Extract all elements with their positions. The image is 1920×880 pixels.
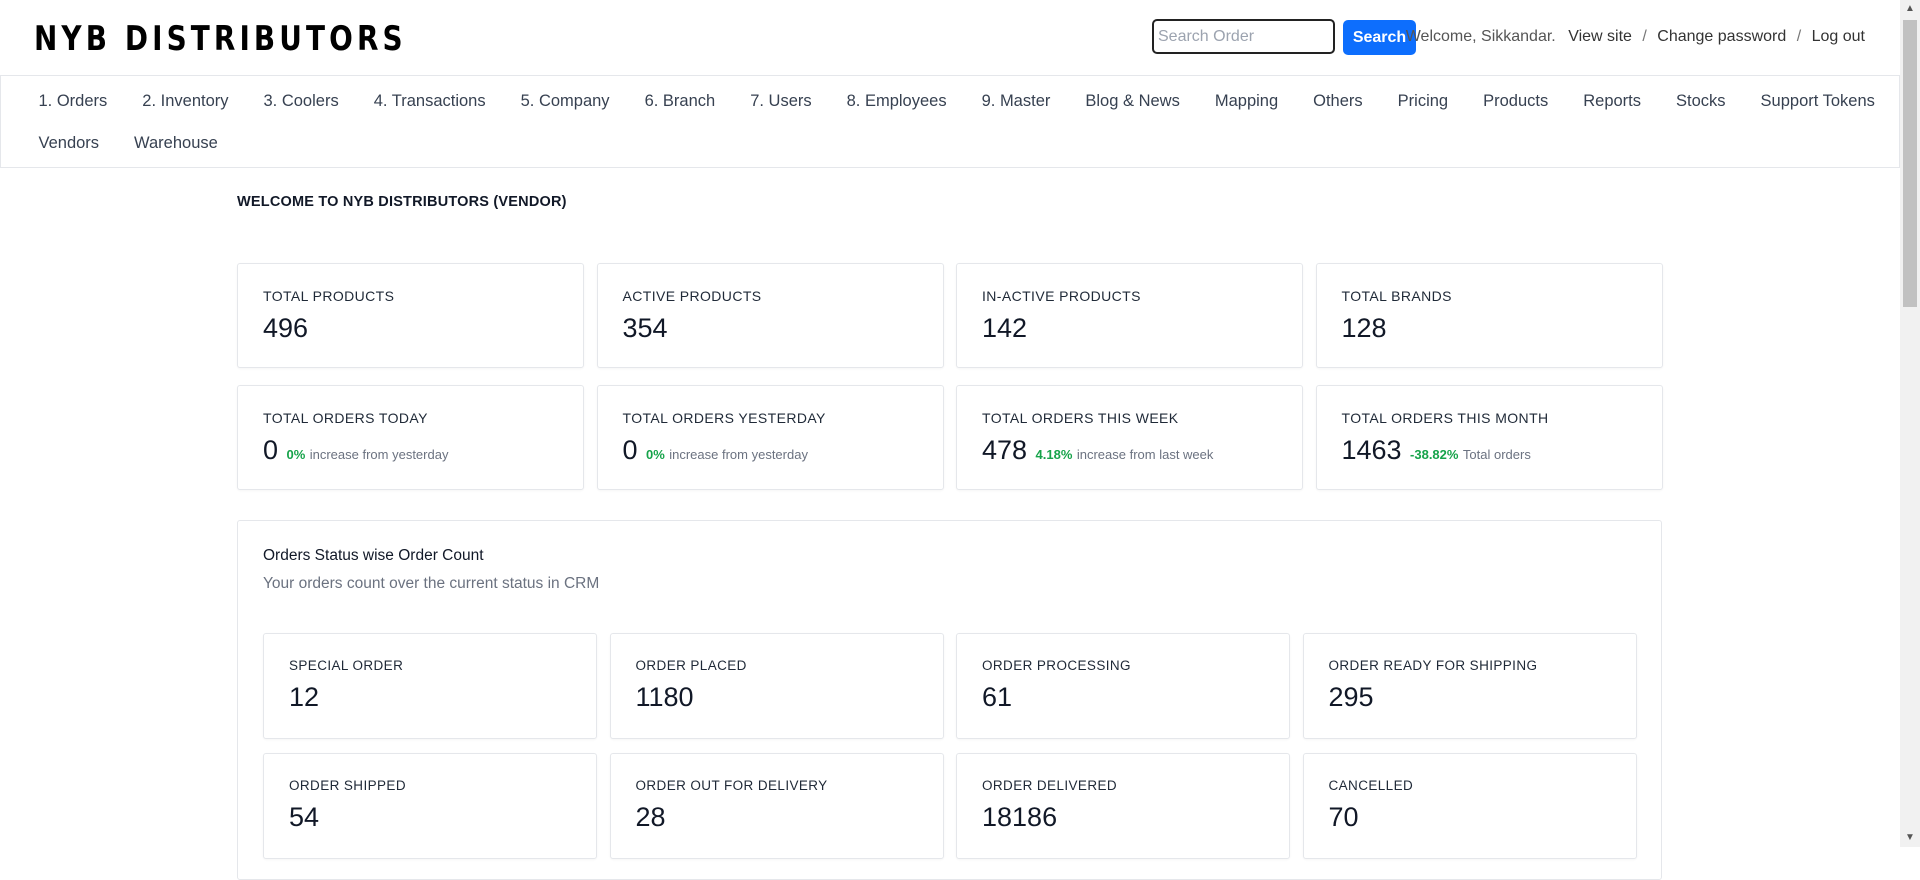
- stat-value: 0: [622, 435, 638, 465]
- status-card-cancelled: CANCELLED 70: [1302, 753, 1637, 859]
- nav-item-orders[interactable]: 1. Orders: [21, 76, 125, 118]
- stat-value: 0: [263, 435, 279, 465]
- stat-label: TOTAL ORDERS YESTERDAY: [622, 410, 826, 426]
- status-card-ready-for-shipping: ORDER READY FOR SHIPPING 295: [1302, 633, 1637, 739]
- stat-card-total-products: TOTAL PRODUCTS 496: [237, 263, 584, 368]
- stat-label: ACTIVE PRODUCTS: [622, 288, 762, 304]
- search-order-input[interactable]: [1152, 19, 1335, 54]
- stat-note: increase from yesterday: [309, 447, 449, 462]
- stat-change: 0%: [645, 447, 665, 462]
- stat-card-orders-this-week: TOTAL ORDERS THIS WEEK 478 4.18% increas…: [956, 385, 1303, 490]
- stat-label: TOTAL ORDERS THIS MONTH: [1341, 410, 1549, 426]
- status-value: 12: [289, 682, 320, 712]
- order-stats: TOTAL ORDERS TODAY 0 0% increase from ye…: [237, 385, 1663, 490]
- stat-value: 478: [982, 435, 1028, 465]
- separator: /: [1642, 28, 1647, 45]
- page-title: WELCOME TO NYB DISTRIBUTORS (VENDOR): [237, 194, 567, 210]
- order-status-panel: Orders Status wise Order Count Your orde…: [237, 520, 1662, 880]
- nav-item-stocks[interactable]: Stocks: [1659, 76, 1744, 118]
- stat-card-orders-this-month: TOTAL ORDERS THIS MONTH 1463 -38.82% Tot…: [1315, 385, 1663, 490]
- stat-note: increase from yesterday: [669, 447, 808, 462]
- stat-label: TOTAL ORDERS THIS WEEK: [982, 410, 1179, 426]
- status-card-order-shipped: ORDER SHIPPED 54: [263, 753, 597, 859]
- change-password-link[interactable]: Change password: [1657, 28, 1786, 45]
- nav-item-support-tokens[interactable]: Support Tokens: [1743, 76, 1892, 118]
- stat-note: Total orders: [1462, 447, 1531, 462]
- stat-card-orders-yesterday: TOTAL ORDERS YESTERDAY 0 0% increase fro…: [596, 385, 944, 490]
- separator: /: [1796, 28, 1802, 45]
- status-label: ORDER PLACED: [635, 658, 747, 673]
- stat-label: IN-ACTIVE PRODUCTS: [982, 288, 1141, 304]
- stat-change: 4.18%: [1035, 447, 1073, 462]
- stat-value: 142: [982, 313, 1028, 343]
- nav-item-products[interactable]: Products: [1466, 76, 1566, 118]
- status-label: ORDER DELIVERED: [982, 778, 1118, 793]
- status-label: SPECIAL ORDER: [289, 658, 404, 673]
- stat-change: -38.82%: [1410, 447, 1459, 462]
- nav-item-others[interactable]: Others: [1296, 76, 1381, 118]
- status-value: 28: [635, 802, 666, 832]
- nav-item-transactions[interactable]: 4. Transactions: [356, 76, 503, 118]
- nav-item-master[interactable]: 9. Master: [964, 76, 1068, 118]
- user-tools: Welcome, Sikkandar. View site / Change p…: [1406, 28, 1865, 46]
- view-site-link[interactable]: View site: [1568, 28, 1632, 45]
- nav-item-mapping[interactable]: Mapping: [1197, 76, 1295, 118]
- stat-value: 128: [1341, 313, 1387, 343]
- status-value: 1180: [635, 682, 694, 712]
- status-value: 61: [982, 682, 1013, 712]
- main-nav: 1. Orders 2. Inventory 3. Coolers 4. Tra…: [0, 76, 1900, 168]
- stat-note: increase from last week: [1076, 447, 1214, 462]
- status-label: ORDER READY FOR SHIPPING: [1328, 658, 1538, 673]
- welcome-text: Welcome, Sikkandar.: [1405, 28, 1556, 45]
- nav-item-inventory[interactable]: 2. Inventory: [125, 76, 246, 118]
- stat-value: 1463: [1341, 435, 1402, 465]
- stat-card-total-brands: TOTAL BRANDS 128: [1315, 263, 1663, 368]
- nav-item-company[interactable]: 5. Company: [503, 76, 627, 118]
- stat-card-inactive-products: IN-ACTIVE PRODUCTS 142: [956, 263, 1303, 368]
- status-card-out-for-delivery: ORDER OUT FOR DELIVERY 28: [609, 753, 944, 859]
- scrollbar-thumb[interactable]: [1903, 20, 1917, 307]
- stat-value: 496: [263, 313, 309, 343]
- status-value: 70: [1328, 802, 1359, 832]
- status-value: 295: [1328, 682, 1374, 712]
- nav-item-users[interactable]: 7. Users: [733, 76, 829, 118]
- site-logo[interactable]: NYB DISTRIBUTORS: [34, 19, 407, 59]
- nav-item-employees[interactable]: 8. Employees: [829, 76, 964, 118]
- scroll-up-arrow-icon[interactable]: ▲: [1900, 0, 1920, 18]
- status-card-special-order: SPECIAL ORDER 12: [263, 633, 597, 739]
- status-card-order-processing: ORDER PROCESSING 61: [956, 633, 1290, 739]
- panel-subtitle: Your orders count over the current statu…: [263, 575, 600, 592]
- status-value: 18186: [982, 802, 1058, 832]
- status-label: ORDER PROCESSING: [982, 658, 1131, 673]
- nav-item-warehouse[interactable]: Warehouse: [117, 118, 236, 160]
- nav-item-pricing[interactable]: Pricing: [1380, 76, 1465, 118]
- nav-item-vendors[interactable]: Vendors: [21, 118, 117, 160]
- status-card-order-placed: ORDER PLACED 1180: [609, 633, 944, 739]
- status-label: CANCELLED: [1328, 778, 1414, 793]
- nav-item-coolers[interactable]: 3. Coolers: [246, 76, 356, 118]
- stat-card-orders-today: TOTAL ORDERS TODAY 0 0% increase from ye…: [237, 385, 584, 490]
- status-label: ORDER SHIPPED: [289, 778, 406, 793]
- panel-title: Orders Status wise Order Count: [263, 547, 484, 564]
- scroll-down-arrow-icon[interactable]: ▼: [1900, 829, 1920, 847]
- stat-label: TOTAL ORDERS TODAY: [263, 410, 428, 426]
- product-stats: TOTAL PRODUCTS 496 ACTIVE PRODUCTS 354 I…: [237, 263, 1663, 368]
- nav-item-branch[interactable]: 6. Branch: [627, 76, 733, 118]
- log-out-link[interactable]: Log out: [1812, 28, 1865, 45]
- stat-value: 354: [622, 313, 668, 343]
- stat-card-active-products: ACTIVE PRODUCTS 354: [596, 263, 944, 368]
- stat-label: TOTAL BRANDS: [1341, 288, 1452, 304]
- nav-item-blog-news[interactable]: Blog & News: [1068, 76, 1197, 118]
- vertical-scrollbar[interactable]: ▲ ▼: [1900, 0, 1920, 847]
- status-card-order-delivered: ORDER DELIVERED 18186: [956, 753, 1290, 859]
- nav-item-reports[interactable]: Reports: [1566, 76, 1659, 118]
- stat-change: 0%: [286, 447, 306, 462]
- stat-label: TOTAL PRODUCTS: [263, 288, 395, 304]
- status-label: ORDER OUT FOR DELIVERY: [635, 778, 828, 793]
- top-header: NYB DISTRIBUTORS Search Welcome, Sikkand…: [0, 0, 1900, 76]
- status-grid: SPECIAL ORDER 12 ORDER PLACED 1180 ORDER…: [263, 633, 1637, 859]
- status-value: 54: [289, 802, 320, 832]
